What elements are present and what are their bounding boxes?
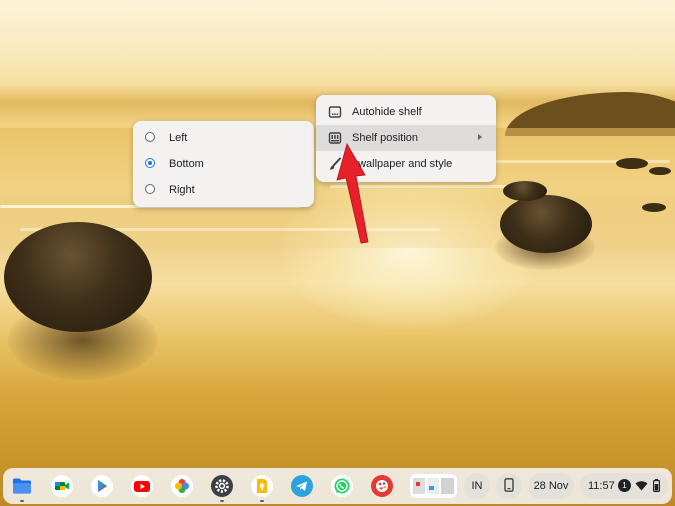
boulder-right <box>500 195 592 253</box>
status-tray[interactable]: 11:57 1 <box>580 473 668 499</box>
input-method-indicator[interactable]: IN <box>464 473 490 499</box>
menu-item-label: Autohide shelf <box>352 106 422 118</box>
rock <box>616 158 648 169</box>
desktop-wallpaper[interactable] <box>0 0 675 506</box>
youtube-icon[interactable] <box>131 475 153 497</box>
autohide-shelf-icon <box>328 105 342 119</box>
phone-icon <box>504 477 514 495</box>
battery-icon <box>653 479 661 495</box>
shelf-position-bottom-option[interactable]: Bottom <box>133 151 314 177</box>
keep-icon[interactable] <box>251 475 273 497</box>
radio-bottom-checked[interactable] <box>145 158 155 168</box>
date-button[interactable]: 28 Nov <box>528 473 574 499</box>
shelf-position-left-option[interactable]: Left <box>133 125 314 151</box>
shelf-position-right-option[interactable]: Right <box>133 177 314 203</box>
window-thumbnail-detail <box>416 482 420 486</box>
canvas-icon[interactable] <box>371 475 393 497</box>
wifi-icon <box>635 480 648 494</box>
shelf-position-submenu: Left Bottom Right <box>133 121 314 207</box>
autohide-shelf-item[interactable]: Autohide shelf <box>316 99 496 125</box>
clock-time: 11:57 <box>588 480 615 492</box>
input-method-label: IN <box>471 480 483 492</box>
running-indicator <box>260 500 264 502</box>
notification-count-badge: 1 <box>618 479 631 492</box>
option-label: Bottom <box>169 158 204 170</box>
window-thumbnail <box>413 478 425 494</box>
radio-left[interactable] <box>145 132 155 142</box>
telegram-icon[interactable] <box>291 475 313 497</box>
rock <box>642 203 666 212</box>
photos-icon[interactable] <box>171 475 193 497</box>
radio-right[interactable] <box>145 184 155 194</box>
meet-icon[interactable] <box>51 475 73 497</box>
files-icon[interactable] <box>11 475 33 497</box>
play-store-icon[interactable] <box>91 475 113 497</box>
window-thumbnail-detail <box>429 486 434 490</box>
window-thumbnail <box>441 478 454 494</box>
running-indicator <box>220 500 224 502</box>
whatsapp-icon[interactable] <box>331 475 353 497</box>
boulder-large <box>4 222 152 332</box>
running-indicator <box>20 500 24 502</box>
annotation-arrow <box>336 142 369 244</box>
phone-hub-button[interactable] <box>496 473 522 499</box>
date-label: 28 Nov <box>533 480 569 492</box>
rock <box>649 167 671 175</box>
option-label: Left <box>169 132 188 144</box>
submenu-arrow-icon <box>478 134 482 140</box>
option-label: Right <box>169 184 195 196</box>
open-windows-preview[interactable] <box>410 474 457 498</box>
settings-icon[interactable] <box>211 475 233 497</box>
boulder-small <box>503 181 547 201</box>
